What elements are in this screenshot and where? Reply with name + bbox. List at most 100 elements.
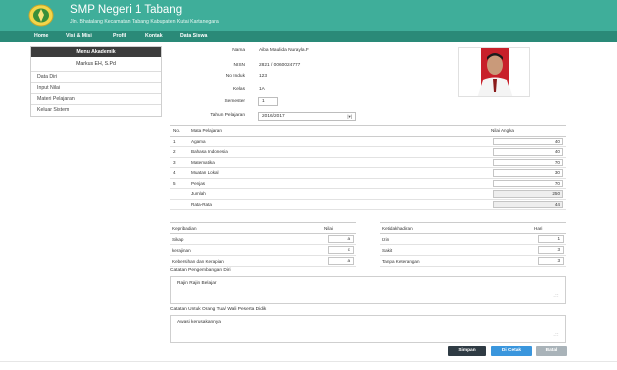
teacher-note-text: Rajin Rajin Belajar (177, 281, 217, 286)
average-row: Rata-Rata 44 (170, 199, 566, 210)
row-no: 4 (170, 167, 188, 179)
table-row: Kebersihan dan Kerapian a (170, 255, 356, 267)
average-value: 44 (493, 200, 563, 208)
semester-field[interactable]: 1 (258, 97, 278, 106)
attendance-label: Izin (380, 233, 532, 245)
col-score: Nilai Angka (488, 125, 566, 137)
behavior-header-row: Kepribadian Nilai (170, 222, 356, 234)
kelas-label: Kelas (233, 87, 245, 92)
attendance-input[interactable]: 3 (538, 257, 564, 265)
dropdown-arrow-icon: |▾| (347, 114, 352, 119)
tahun-label: Tahun Pelajaran (210, 113, 245, 118)
tahun-value: 2016/2017 (262, 114, 285, 119)
main-navbar: Home Visi & Misi Profil Kontak Data Sisw… (0, 31, 617, 42)
student-portrait-icon (459, 48, 529, 96)
parent-note-label: Catatan Untuk Orang Tua/ Wali Peserta Di… (170, 307, 267, 312)
nav-data-siswa[interactable]: Data Siswa (180, 33, 207, 39)
site-subtitle: Jln. Bhatalang Kecamatan Tabang Kabupate… (70, 19, 219, 25)
row-no: 1 (170, 136, 188, 147)
nav-home[interactable]: Home (34, 33, 48, 39)
cancel-button[interactable]: Batal (536, 346, 567, 356)
menu-heading: Menu Akademik (31, 47, 161, 57)
parent-note-text: Awasi kerusakannya (177, 320, 221, 325)
total-value: 250 (493, 190, 563, 198)
row-subject: Matematika (188, 157, 488, 168)
nav-profil[interactable]: Profil (113, 33, 126, 39)
row-no: 3 (170, 157, 188, 168)
resize-grip-icon[interactable]: .:: (553, 293, 559, 299)
attendance-header-row: Ketidakhadiran Hari (380, 222, 566, 234)
table-row: 2 Bahasa Indonesia 40 (170, 146, 566, 158)
name-label: Nama (232, 48, 245, 53)
attendance-input[interactable]: 3 (538, 246, 564, 254)
nav-visi-misi[interactable]: Visi & Misi (66, 33, 92, 39)
col-no: No. (170, 125, 188, 137)
score-input[interactable]: 70 (493, 158, 563, 166)
behavior-header-value: Nilai (322, 222, 356, 234)
grades-table: No. Mata Pelajaran Nilai Angka 1 Agama 4… (170, 125, 566, 210)
table-row: Sakit 3 (380, 244, 566, 256)
behavior-input[interactable]: a (328, 257, 354, 265)
student-nisn: 2821 / 0060024777 (259, 63, 301, 68)
behavior-table: Kepribadian Nilai Sikap a kerajinan c Ke… (170, 222, 356, 267)
grades-header-row: No. Mata Pelajaran Nilai Angka (170, 125, 566, 137)
total-label: Jumlah (188, 188, 488, 200)
row-subject: Agama (188, 136, 488, 147)
table-row: 4 Muatan Lokal 30 (170, 167, 566, 179)
nisn-label: NISN (233, 63, 245, 68)
menu-item-materi-pelajaran[interactable]: Materi Pelajaran (31, 94, 161, 105)
academic-menu: Menu Akademik Markus EH, S.Pd Data Diri … (30, 46, 162, 117)
nav-kontak[interactable]: Kontak (145, 33, 163, 39)
col-subject: Mata Pelajaran (188, 125, 488, 137)
attendance-label: Sakit (380, 244, 532, 256)
menu-item-input-nilai[interactable]: Input Nilai (31, 83, 161, 94)
row-subject: Bahasa Indonesia (188, 146, 488, 158)
behavior-label: Kebersihan dan Kerapian (170, 255, 322, 267)
table-row: 1 Agama 40 (170, 136, 566, 147)
score-input[interactable]: 30 (493, 169, 563, 177)
attendance-input[interactable]: 1 (538, 235, 564, 243)
score-input[interactable]: 40 (493, 148, 563, 156)
table-row: Izin 1 (380, 233, 566, 245)
behavior-input[interactable]: c (328, 246, 354, 254)
student-kelas: 1A (259, 87, 265, 92)
menu-user-name: Markus EH, S.Pd (31, 57, 161, 72)
parent-note-textarea[interactable]: Awasi kerusakannya .:: (170, 315, 566, 343)
attendance-table: Ketidakhadiran Hari Izin 1 Sakit 3 Tanpa… (380, 222, 566, 267)
school-emblem-icon (28, 4, 54, 27)
total-row: Jumlah 250 (170, 188, 566, 200)
attendance-label: Tanpa Keterangan (380, 255, 532, 267)
print-button[interactable]: Di Cetak (491, 346, 532, 356)
student-induk: 123 (259, 74, 268, 79)
tahun-select[interactable]: 2016/2017 |▾| (258, 112, 356, 121)
row-subject: Muatan Lokal (188, 167, 488, 179)
menu-item-data-diri[interactable]: Data Diri (31, 72, 161, 83)
teacher-note-label: Catatan Pengembangan Diri (170, 268, 231, 273)
row-no: 5 (170, 178, 188, 189)
behavior-input[interactable]: a (328, 235, 354, 243)
save-button[interactable]: Simpan (448, 346, 486, 356)
student-name: Aiba Maulida Nurayla.F (259, 48, 309, 53)
teacher-note-textarea[interactable]: Rajin Rajin Belajar .:: (170, 276, 566, 304)
attendance-header-value: Hari (532, 222, 566, 234)
average-label: Rata-Rata (188, 199, 488, 210)
semester-label: Semester (224, 99, 245, 104)
score-input[interactable]: 70 (493, 179, 563, 187)
induk-label: No Induk (225, 74, 245, 79)
behavior-label: Sikap (170, 233, 322, 245)
behavior-header-label: Kepribadian (170, 222, 322, 234)
app-header: SMP Negeri 1 Tabang Jln. Bhatalang Kecam… (0, 0, 617, 31)
score-input[interactable]: 40 (493, 137, 563, 145)
footer-divider (0, 361, 617, 362)
table-row: kerajinan c (170, 244, 356, 256)
menu-item-keluar-sistem[interactable]: Keluar Sistem (31, 105, 161, 116)
behavior-label: kerajinan (170, 244, 322, 256)
resize-grip-icon[interactable]: .:: (553, 332, 559, 338)
attendance-header-label: Ketidakhadiran (380, 222, 532, 234)
table-row: 3 Matematika 70 (170, 157, 566, 168)
table-row: Tanpa Keterangan 3 (380, 255, 566, 267)
table-row: 5 Penjas 70 (170, 178, 566, 189)
row-no: 2 (170, 146, 188, 158)
site-title: SMP Negeri 1 Tabang (70, 4, 183, 16)
table-row: Sikap a (170, 233, 356, 245)
